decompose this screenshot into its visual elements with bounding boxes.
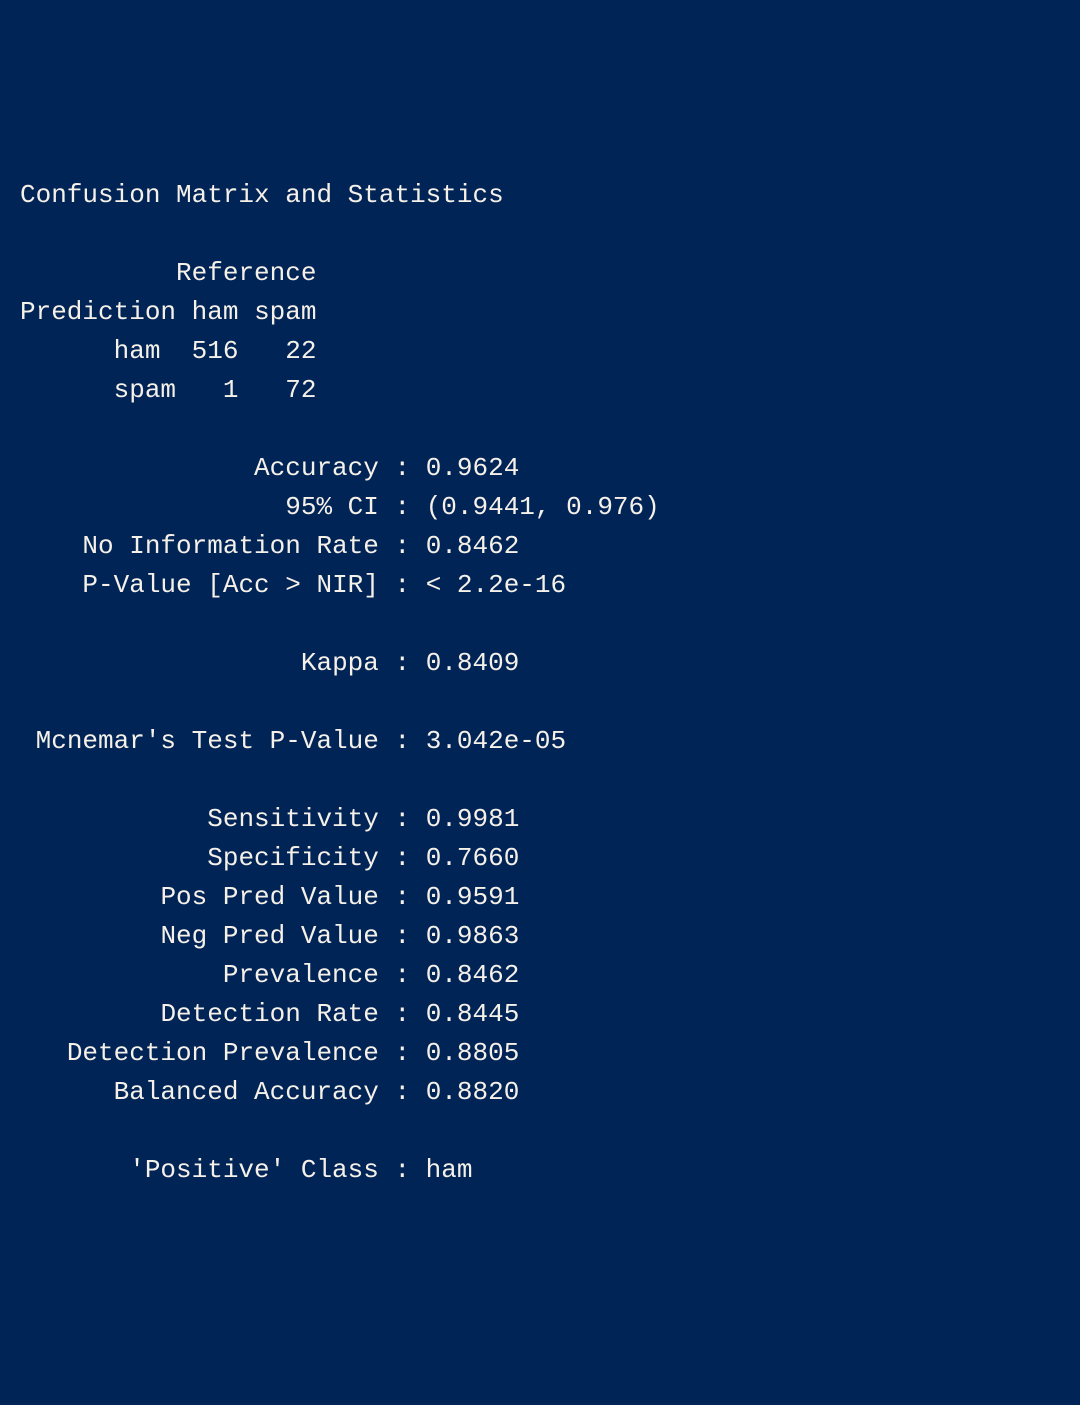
detection-rate-value: 0.8445	[426, 999, 520, 1029]
col2-header: spam	[254, 297, 316, 327]
reference-label: Reference	[176, 258, 316, 288]
cell-r1c1: 516	[192, 336, 239, 366]
npv-value: 0.9863	[426, 921, 520, 951]
positive-class-value: ham	[426, 1155, 473, 1185]
nir-value: 0.8462	[426, 531, 520, 561]
detection-rate-label: Detection Rate	[160, 999, 378, 1029]
prediction-label: Prediction	[20, 297, 176, 327]
row2-label: spam	[114, 375, 176, 405]
accuracy-value: 0.9624	[426, 453, 520, 483]
prevalence-label: Prevalence	[223, 960, 379, 990]
sensitivity-value: 0.9981	[426, 804, 520, 834]
cell-r1c2: 22	[285, 336, 316, 366]
pvalue-label: P-Value [Acc > NIR]	[82, 570, 378, 600]
ppv-label: Pos Pred Value	[160, 882, 378, 912]
positive-class-label: 'Positive' Class	[129, 1155, 379, 1185]
row1-label: ham	[114, 336, 161, 366]
accuracy-label: Accuracy	[254, 453, 379, 483]
cell-r2c1: 1	[223, 375, 239, 405]
mcnemar-label: Mcnemar's Test P-Value	[36, 726, 379, 756]
title-text: Confusion Matrix and Statistics	[20, 180, 504, 210]
mcnemar-value: 3.042e-05	[426, 726, 566, 756]
specificity-value: 0.7660	[426, 843, 520, 873]
ci-label: 95% CI	[285, 492, 379, 522]
balanced-accuracy-value: 0.8820	[426, 1077, 520, 1107]
npv-label: Neg Pred Value	[160, 921, 378, 951]
terminal-output: Confusion Matrix and Statistics Referenc…	[20, 176, 1060, 1190]
ppv-value: 0.9591	[426, 882, 520, 912]
detection-prevalence-value: 0.8805	[426, 1038, 520, 1068]
nir-label: No Information Rate	[82, 531, 378, 561]
kappa-value: 0.8409	[426, 648, 520, 678]
sensitivity-label: Sensitivity	[207, 804, 379, 834]
detection-prevalence-label: Detection Prevalence	[67, 1038, 379, 1068]
prevalence-value: 0.8462	[426, 960, 520, 990]
col1-header: ham	[192, 297, 239, 327]
specificity-label: Specificity	[207, 843, 379, 873]
balanced-accuracy-label: Balanced Accuracy	[114, 1077, 379, 1107]
pvalue-value: < 2.2e-16	[426, 570, 566, 600]
cell-r2c2: 72	[285, 375, 316, 405]
ci-value: (0.9441, 0.976)	[426, 492, 660, 522]
kappa-label: Kappa	[301, 648, 379, 678]
